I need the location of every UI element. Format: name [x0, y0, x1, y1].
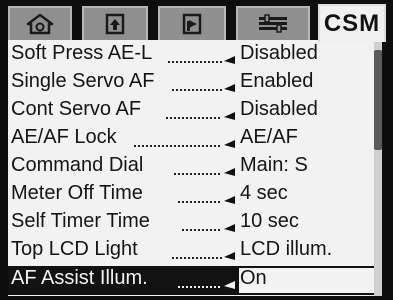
- arrow-left-icon: [224, 168, 235, 176]
- tab-playback[interactable]: [8, 6, 72, 40]
- menu-item-value: Disabled: [240, 42, 318, 64]
- menu-item-value: AE/AF: [240, 126, 298, 148]
- setup-icon: [172, 10, 212, 38]
- menu-item-self-timer-time[interactable]: Self Timer Time 10 sec: [8, 209, 382, 238]
- menu-tab-bar: CSM: [0, 4, 393, 42]
- wrench-icon: [253, 10, 293, 38]
- menu-item-value: 4 sec: [240, 182, 288, 204]
- csm-menu-panel: Soft Press AE-L Disabled Single Servo AF…: [8, 40, 382, 296]
- arrow-left-icon: [224, 224, 235, 232]
- leader-dots: [172, 257, 222, 259]
- scrollbar[interactable]: [374, 40, 382, 296]
- menu-item-soft-press-ae-l[interactable]: Soft Press AE-L Disabled: [8, 41, 382, 70]
- menu-item-value: 10 sec: [240, 210, 299, 232]
- arrow-left-icon: [224, 140, 235, 148]
- leader-dots: [178, 201, 222, 203]
- menu-item-value: Main: S: [240, 154, 308, 176]
- menu-item-cont-servo-af[interactable]: Cont Servo AF Disabled: [8, 97, 382, 126]
- menu-item-ae-af-lock[interactable]: AE/AF Lock AE/AF: [8, 125, 382, 154]
- menu-item-command-dial[interactable]: Command Dial Main: S: [8, 153, 382, 182]
- menu-item-meter-off-time[interactable]: Meter Off Time 4 sec: [8, 181, 382, 210]
- tab-csm-label: CSM: [323, 10, 381, 37]
- menu-item-label: Command Dial: [11, 154, 144, 176]
- menu-item-af-assist-illum[interactable]: AF Assist Illum. On: [8, 266, 382, 295]
- tab-custom-settings[interactable]: [236, 6, 310, 40]
- menu-item-label: Soft Press AE-L: [11, 42, 153, 64]
- menu-item-value: On: [240, 267, 267, 289]
- tab-csm[interactable]: CSM: [318, 4, 386, 42]
- menu-item-value: Disabled: [240, 98, 318, 120]
- camera-icon: [95, 10, 135, 38]
- playback-icon: [20, 10, 60, 38]
- leader-dots: [166, 117, 222, 119]
- menu-item-label: Top LCD Light: [11, 238, 138, 260]
- tab-shooting[interactable]: [82, 6, 148, 40]
- leader-dots: [172, 89, 222, 91]
- arrow-left-icon: [224, 196, 235, 204]
- menu-item-label: AE/AF Lock: [11, 126, 117, 148]
- leader-dots: [168, 61, 222, 63]
- tab-setup[interactable]: [158, 6, 226, 40]
- leader-dots: [178, 286, 222, 288]
- camera-menu-screen: CSM Soft Press AE-L Disabled Single Serv…: [0, 0, 393, 300]
- menu-item-label: Single Servo AF: [11, 70, 155, 92]
- menu-item-label: Self Timer Time: [11, 210, 150, 232]
- menu-item-value: Enabled: [240, 70, 314, 92]
- menu-item-label: Cont Servo AF: [11, 98, 142, 120]
- leader-dots: [182, 229, 222, 231]
- scrollbar-thumb[interactable]: [374, 50, 382, 150]
- menu-item-label: Meter Off Time: [11, 182, 143, 204]
- menu-item-label: AF Assist Illum.: [11, 267, 148, 289]
- leader-dots: [174, 173, 222, 175]
- menu-item-top-lcd-light[interactable]: Top LCD Light LCD illum.: [8, 237, 382, 266]
- arrow-left-icon: [224, 84, 235, 92]
- arrow-left-icon: [224, 281, 235, 289]
- menu-item-value: LCD illum.: [240, 238, 333, 260]
- arrow-left-icon: [224, 112, 235, 120]
- menu-item-single-servo-af[interactable]: Single Servo AF Enabled: [8, 69, 382, 98]
- arrow-left-icon: [224, 252, 235, 260]
- leader-dots: [134, 145, 222, 147]
- arrow-left-icon: [224, 56, 235, 64]
